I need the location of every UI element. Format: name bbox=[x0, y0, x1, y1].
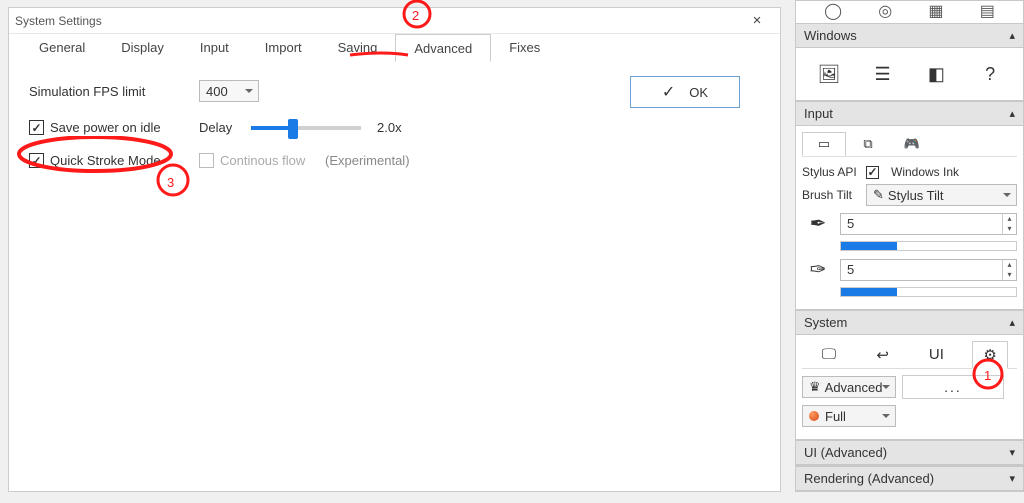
detail-select[interactable]: Full bbox=[802, 405, 896, 427]
tilt-b-value: 5 bbox=[847, 262, 854, 277]
expand-icon[interactable]: ▾ bbox=[1009, 472, 1015, 485]
delay-slider[interactable] bbox=[251, 126, 361, 130]
windows-ink-label: Windows Ink bbox=[891, 165, 959, 179]
side-panels: ◯ ◎ ▦ ▤ Windows ▴ 🖼 ☰ ◧ ? Input ▴ ▭ ⧉ bbox=[795, 0, 1024, 503]
tilt-b-spinner[interactable]: ▴▾ bbox=[1002, 260, 1016, 280]
top-icon-strip: ◯ ◎ ▦ ▤ bbox=[795, 0, 1024, 23]
tilt-a-spinner[interactable]: ▴▾ bbox=[1002, 214, 1016, 234]
panel-input-header[interactable]: Input ▴ bbox=[796, 102, 1023, 126]
system-tab-gear[interactable]: ⚙ bbox=[972, 341, 1008, 369]
tab-general[interactable]: General bbox=[21, 34, 103, 62]
delay-label: Delay bbox=[199, 120, 241, 135]
tilt-b-bar bbox=[840, 287, 1017, 297]
stylus-api-label: Stylus API bbox=[802, 165, 860, 179]
close-icon[interactable]: × bbox=[740, 12, 774, 29]
expand-icon[interactable]: ▾ bbox=[1009, 446, 1015, 459]
input-tab-gamepad[interactable]: 🎮 bbox=[890, 132, 934, 156]
panel-rendering-advanced-header[interactable]: Rendering (Advanced) ▾ bbox=[796, 467, 1023, 491]
sphere-icon bbox=[809, 411, 819, 421]
panel-input: Input ▴ ▭ ⧉ 🎮 Stylus API Windows Ink Bru… bbox=[795, 101, 1024, 310]
tabs: General Display Input Import Saving Adva… bbox=[9, 34, 780, 62]
panel-ui-advanced: UI (Advanced) ▾ bbox=[795, 440, 1024, 466]
panel-ui-advanced-header[interactable]: UI (Advanced) ▾ bbox=[796, 441, 1023, 465]
panel-ui-advanced-title: UI (Advanced) bbox=[804, 445, 887, 460]
preset-select[interactable]: ♛ Advanced bbox=[802, 376, 896, 398]
pen-b-icon: ✑ bbox=[802, 257, 834, 282]
system-tab-ui[interactable]: UI bbox=[918, 346, 954, 363]
pen-a-icon: ✒ bbox=[802, 211, 834, 236]
titlebar: System Settings × bbox=[9, 8, 780, 34]
browse-button[interactable]: ... bbox=[902, 375, 1004, 399]
help-icon[interactable]: ? bbox=[977, 61, 1003, 87]
continuous-flow-label: Continous flow bbox=[220, 153, 305, 168]
image-icon[interactable]: 🖼 bbox=[816, 61, 842, 87]
tab-fixes[interactable]: Fixes bbox=[491, 34, 558, 62]
fps-limit-select[interactable]: 400 bbox=[199, 80, 259, 102]
gradient-icon[interactable]: ◧ bbox=[923, 61, 949, 87]
panel-windows-title: Windows bbox=[804, 28, 857, 43]
tab-display[interactable]: Display bbox=[103, 34, 182, 62]
panel-windows: Windows ▴ 🖼 ☰ ◧ ? bbox=[795, 23, 1024, 101]
tab-saving[interactable]: Saving bbox=[320, 34, 396, 62]
tilt-icon: ✎ bbox=[873, 187, 884, 203]
brush-tilt-select[interactable]: ✎ Stylus Tilt bbox=[866, 184, 1017, 206]
collapse-icon[interactable]: ▴ bbox=[1009, 316, 1015, 329]
system-tab-monitor[interactable]: 🖵 bbox=[811, 346, 847, 363]
delay-slider-thumb[interactable] bbox=[288, 119, 298, 139]
delay-slider-fill bbox=[251, 126, 293, 130]
quick-stroke-label: Quick Stroke Mode bbox=[50, 153, 161, 168]
window-title: System Settings bbox=[15, 14, 740, 28]
brush-tilt-value: Stylus Tilt bbox=[888, 188, 944, 203]
tilt-a-bar bbox=[840, 241, 1017, 251]
preset-value: Advanced bbox=[825, 380, 883, 395]
quick-stroke-checkbox[interactable] bbox=[29, 153, 44, 168]
input-tab-tablet[interactable]: ▭ bbox=[802, 132, 846, 156]
collapse-icon[interactable]: ▴ bbox=[1009, 29, 1015, 42]
panel-windows-header[interactable]: Windows ▴ bbox=[796, 24, 1023, 48]
panel-rendering-advanced-title: Rendering (Advanced) bbox=[804, 471, 934, 486]
panel-rendering-advanced: Rendering (Advanced) ▾ bbox=[795, 466, 1024, 492]
brush-tilt-label: Brush Tilt bbox=[802, 188, 860, 202]
input-tab-devices[interactable]: ⧉ bbox=[846, 132, 890, 156]
experimental-label: (Experimental) bbox=[325, 153, 410, 168]
check-icon: ✓ bbox=[662, 82, 675, 102]
ok-button[interactable]: ✓ OK bbox=[630, 76, 740, 108]
tilt-b-input[interactable]: 5 ▴▾ bbox=[840, 259, 1017, 281]
ok-label: OK bbox=[689, 85, 708, 100]
delay-value: 2.0x bbox=[377, 120, 402, 135]
tab-input[interactable]: Input bbox=[182, 34, 247, 62]
tab-content-advanced: Simulation FPS limit 400 Save power on i… bbox=[9, 62, 630, 491]
panel-input-title: Input bbox=[804, 106, 833, 121]
fps-limit-label: Simulation FPS limit bbox=[29, 84, 199, 99]
fps-limit-value: 400 bbox=[206, 84, 228, 99]
collapse-icon[interactable]: ▴ bbox=[1009, 107, 1015, 120]
target-icon[interactable]: ◎ bbox=[878, 1, 892, 21]
panel-system-title: System bbox=[804, 315, 847, 330]
grid-icon[interactable]: ▦ bbox=[928, 1, 943, 21]
crown-icon: ♛ bbox=[809, 379, 821, 395]
tab-import[interactable]: Import bbox=[247, 34, 320, 62]
save-power-checkbox[interactable] bbox=[29, 120, 44, 135]
settings-window: System Settings × General Display Input … bbox=[8, 7, 781, 492]
tilt-a-input[interactable]: 5 ▴▾ bbox=[840, 213, 1017, 235]
save-power-label: Save power on idle bbox=[50, 120, 161, 135]
detail-value: Full bbox=[825, 409, 846, 424]
circle-icon[interactable]: ◯ bbox=[824, 1, 842, 21]
windows-ink-checkbox[interactable] bbox=[866, 166, 879, 179]
system-tab-undo[interactable]: ↩ bbox=[865, 346, 901, 364]
panel-system: System ▴ 🖵 ↩ UI ⚙ ♛ Advanced ... Full bbox=[795, 310, 1024, 440]
list-icon[interactable]: ☰ bbox=[870, 61, 896, 87]
calendar-icon[interactable]: ▤ bbox=[980, 1, 995, 21]
continuous-flow-checkbox[interactable] bbox=[199, 153, 214, 168]
panel-system-header[interactable]: System ▴ bbox=[796, 311, 1023, 335]
tab-advanced[interactable]: Advanced bbox=[395, 34, 491, 62]
tilt-a-value: 5 bbox=[847, 216, 854, 231]
